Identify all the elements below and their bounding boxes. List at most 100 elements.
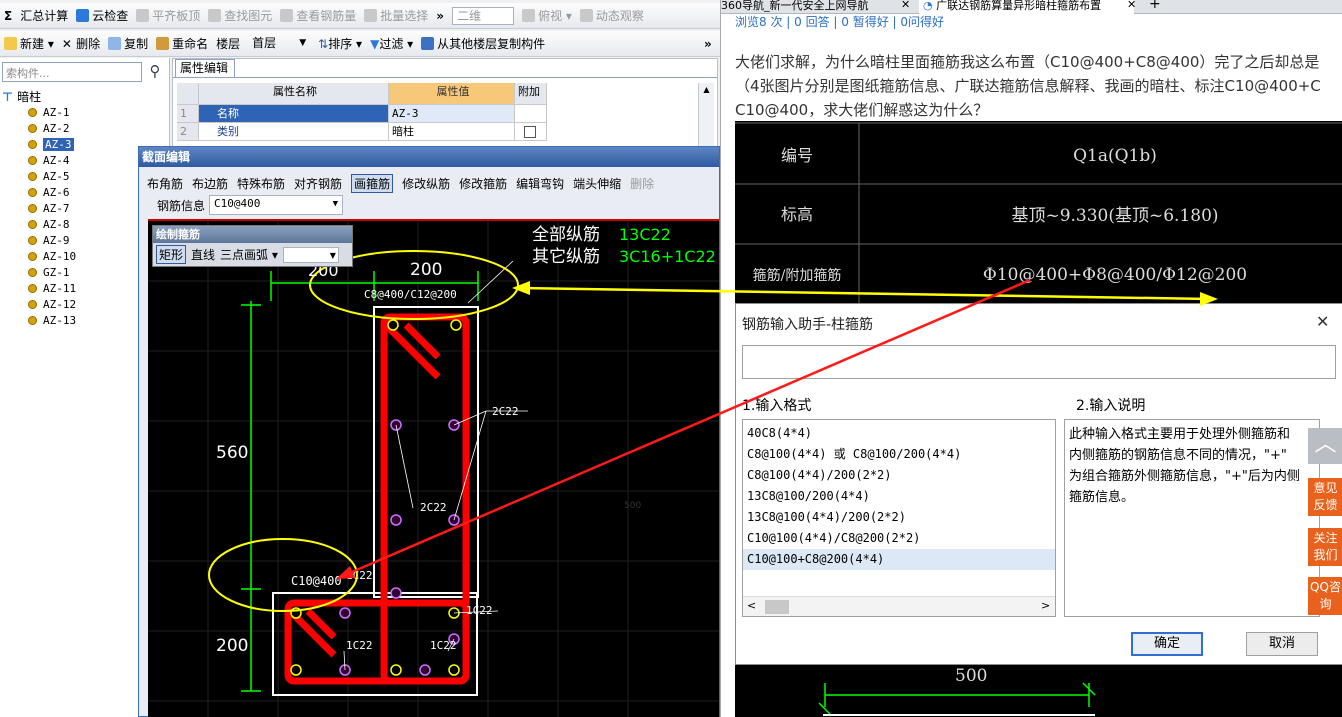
dynamic-view-button[interactable]: 动态观察 — [579, 7, 644, 24]
tool-edit-longitudinal[interactable]: 修改纵筋 — [402, 175, 450, 192]
gear-component-icon — [28, 316, 37, 325]
checkbox[interactable] — [524, 126, 536, 138]
format-item[interactable]: 13C8@100/200(4*4) — [743, 486, 1055, 507]
tool-special-bar[interactable]: 特殊布筋 — [237, 175, 285, 192]
tool-edit-hook[interactable]: 编辑弯钩 — [516, 175, 564, 192]
batch-select-button[interactable]: 批量选择 — [364, 7, 428, 24]
top-view-button[interactable]: 俯视 ▾ — [522, 7, 572, 24]
tree-item[interactable]: GZ-1 — [28, 266, 70, 280]
align-slab-top-button[interactable]: 平齐板顶 — [136, 7, 200, 24]
cancel-button[interactable]: 取消 — [1246, 632, 1318, 656]
tree-item-label: AZ-11 — [43, 282, 77, 295]
sort-button[interactable]: ⇅排序 ▾ — [318, 35, 362, 52]
tree-item[interactable]: AZ-8 — [28, 218, 70, 232]
scroll-left-icon[interactable]: < — [747, 599, 756, 612]
tool-align-bar[interactable]: 对齐钢筋 — [294, 175, 342, 192]
format-item[interactable]: C10@100(4*4)/C8@200(2*2) — [743, 528, 1055, 549]
draw-line-button[interactable]: 直线 — [191, 246, 215, 263]
section-toolbar: 布角筋 布边筋 特殊布筋 对齐钢筋 画箍筋 修改纵筋 修改箍筋 编辑弯钩 端头伸… — [147, 172, 717, 194]
tool-edge-bar[interactable]: 布边筋 — [192, 175, 228, 192]
new-tab-button[interactable]: + — [1149, 0, 1161, 12]
close-tab-icon[interactable]: ✕ — [901, 0, 910, 11]
tree-item[interactable]: AZ-3 — [28, 138, 74, 152]
tree-item[interactable]: AZ-13 — [28, 314, 76, 328]
view-mode-select[interactable]: 二维 — [452, 6, 515, 25]
copy-button[interactable]: 复制 — [108, 35, 148, 52]
tree-root-item[interactable]: ⊤ 暗柱 — [2, 90, 41, 104]
row-2-name[interactable]: 类别 — [199, 123, 389, 141]
tool-end-extend[interactable]: 端头伸缩 — [573, 175, 621, 192]
summary-calc-button[interactable]: 汇总计算 — [20, 7, 68, 24]
format-item[interactable]: 13C8@100(4*4)/200(2*2) — [743, 507, 1055, 528]
toolbar1-more-button[interactable]: » — [436, 9, 444, 23]
arc-option-select[interactable]: ▼ — [282, 246, 339, 263]
ok-button[interactable]: 确定 — [1131, 632, 1203, 656]
tool-corner-bar[interactable]: 布角筋 — [147, 175, 183, 192]
new-label: 新建 — [20, 37, 45, 51]
gear-component-icon — [28, 268, 37, 277]
header-extra: 附加 — [515, 83, 547, 105]
tab-property-edit[interactable]: 属性编辑 — [175, 59, 235, 77]
stirrup-bottom-label: C10@400 — [291, 574, 342, 588]
filter-button[interactable]: ▼过滤 ▾ — [370, 35, 413, 52]
search-icon[interactable]: ⚲ — [144, 62, 166, 82]
tree-item[interactable]: AZ-12 — [28, 298, 76, 312]
scroll-right-icon[interactable]: > — [1041, 599, 1050, 612]
draw-rect-button[interactable]: 矩形 — [156, 245, 187, 264]
cloud-check-button[interactable]: 云检查 — [76, 7, 128, 24]
back-to-top-button[interactable]: ︿ — [1308, 428, 1342, 464]
row-2-no: 2 — [177, 123, 199, 141]
tree-item[interactable]: AZ-1 — [28, 106, 70, 120]
tree-item[interactable]: AZ-10 — [28, 250, 76, 264]
tool-delete[interactable]: 删除 — [630, 175, 654, 192]
tool-draw-stirrup[interactable]: 画箍筋 — [351, 173, 394, 193]
chevron-down-icon: ▼ — [332, 199, 338, 209]
tree-item[interactable]: AZ-7 — [28, 202, 70, 216]
component-search-input[interactable]: 索构件... — [2, 62, 142, 82]
toolbar2-more-button[interactable]: » — [704, 37, 712, 51]
rebar-qty-label: 查看钢筋量 — [296, 9, 357, 23]
tree-item[interactable]: AZ-4 — [28, 154, 70, 168]
tree-item[interactable]: AZ-9 — [28, 234, 70, 248]
draw-arc-button[interactable]: 三点画弧 ▾ — [220, 246, 278, 263]
row-2-value[interactable]: 暗柱 — [389, 123, 515, 141]
tab-360-nav[interactable]: 360导航_新一代安全上网导航 — [721, 0, 911, 13]
rebar-info-input[interactable]: C10@400 ▼ — [209, 195, 343, 215]
delete-button[interactable]: ✕ 删除 — [62, 35, 100, 52]
format-item[interactable]: C8@100(4*4)/200(2*2) — [743, 465, 1055, 486]
view-rebar-qty-button[interactable]: 查看钢筋量 — [280, 7, 356, 24]
dim-200: 200 — [216, 636, 248, 656]
value-other-longitudinal: 3C16+1C22 — [619, 247, 716, 266]
close-tab-icon[interactable]: ✕ — [1127, 0, 1136, 11]
feedback-button[interactable]: 意见反馈 — [1308, 478, 1342, 516]
format-item[interactable]: C8@100(4*4) 或 C8@100/200(4*4) — [743, 444, 1055, 465]
new-button[interactable]: 新建 ▾ — [4, 35, 54, 52]
follow-us-button[interactable]: 关注我们 — [1308, 528, 1342, 566]
tab-glodon-question[interactable]: ◔ 广联达钢筋算量异形暗柱箍筋布置 — [919, 0, 1134, 14]
floor-select[interactable]: 首层 ▼ — [248, 35, 310, 53]
value-all-longitudinal: 13C22 — [619, 225, 671, 244]
format-item[interactable]: C10@100+C8@200(4*4) — [743, 549, 1055, 570]
rename-button[interactable]: 重命名 — [156, 35, 208, 52]
row-1-name[interactable]: 名称 — [199, 105, 389, 123]
scroll-thumb[interactable] — [765, 600, 789, 614]
cad-canvas[interactable]: 全部纵筋 13C22 其它纵筋 3C16+1C22 200 200 560 20… — [148, 219, 719, 717]
close-icon[interactable]: ✕ — [1316, 312, 1329, 331]
tree-item-label: AZ-5 — [43, 170, 70, 183]
rebar-input-field[interactable] — [742, 345, 1336, 379]
tree-item[interactable]: AZ-5 — [28, 170, 70, 184]
tree-item[interactable]: AZ-6 — [28, 186, 70, 200]
tool-edit-stirrup[interactable]: 修改箍筋 — [459, 175, 507, 192]
drawing-bottom-dims: 500 — [818, 666, 1096, 716]
tree-item[interactable]: AZ-2 — [28, 122, 70, 136]
new-icon — [4, 37, 17, 50]
drawing-value-stirrup: Φ10@400+Φ8@400/Φ12@200 — [983, 265, 1247, 285]
row-1-value[interactable]: AZ-3 — [389, 105, 515, 123]
find-element-button[interactable]: 查找图元 — [208, 7, 272, 24]
format-item[interactable]: 40C8(4*4) — [743, 423, 1055, 444]
copy-from-floor-button[interactable]: 从其他楼层复制构件 — [421, 35, 545, 52]
format-list[interactable]: 40C8(4*4) C8@100(4*4) 或 C8@100/200(4*4) C8… — [742, 419, 1056, 617]
qq-consult-button[interactable]: QQ咨询 — [1308, 577, 1342, 615]
format-hscrollbar[interactable]: < > — [743, 596, 1055, 616]
tree-item[interactable]: AZ-11 — [28, 282, 76, 296]
